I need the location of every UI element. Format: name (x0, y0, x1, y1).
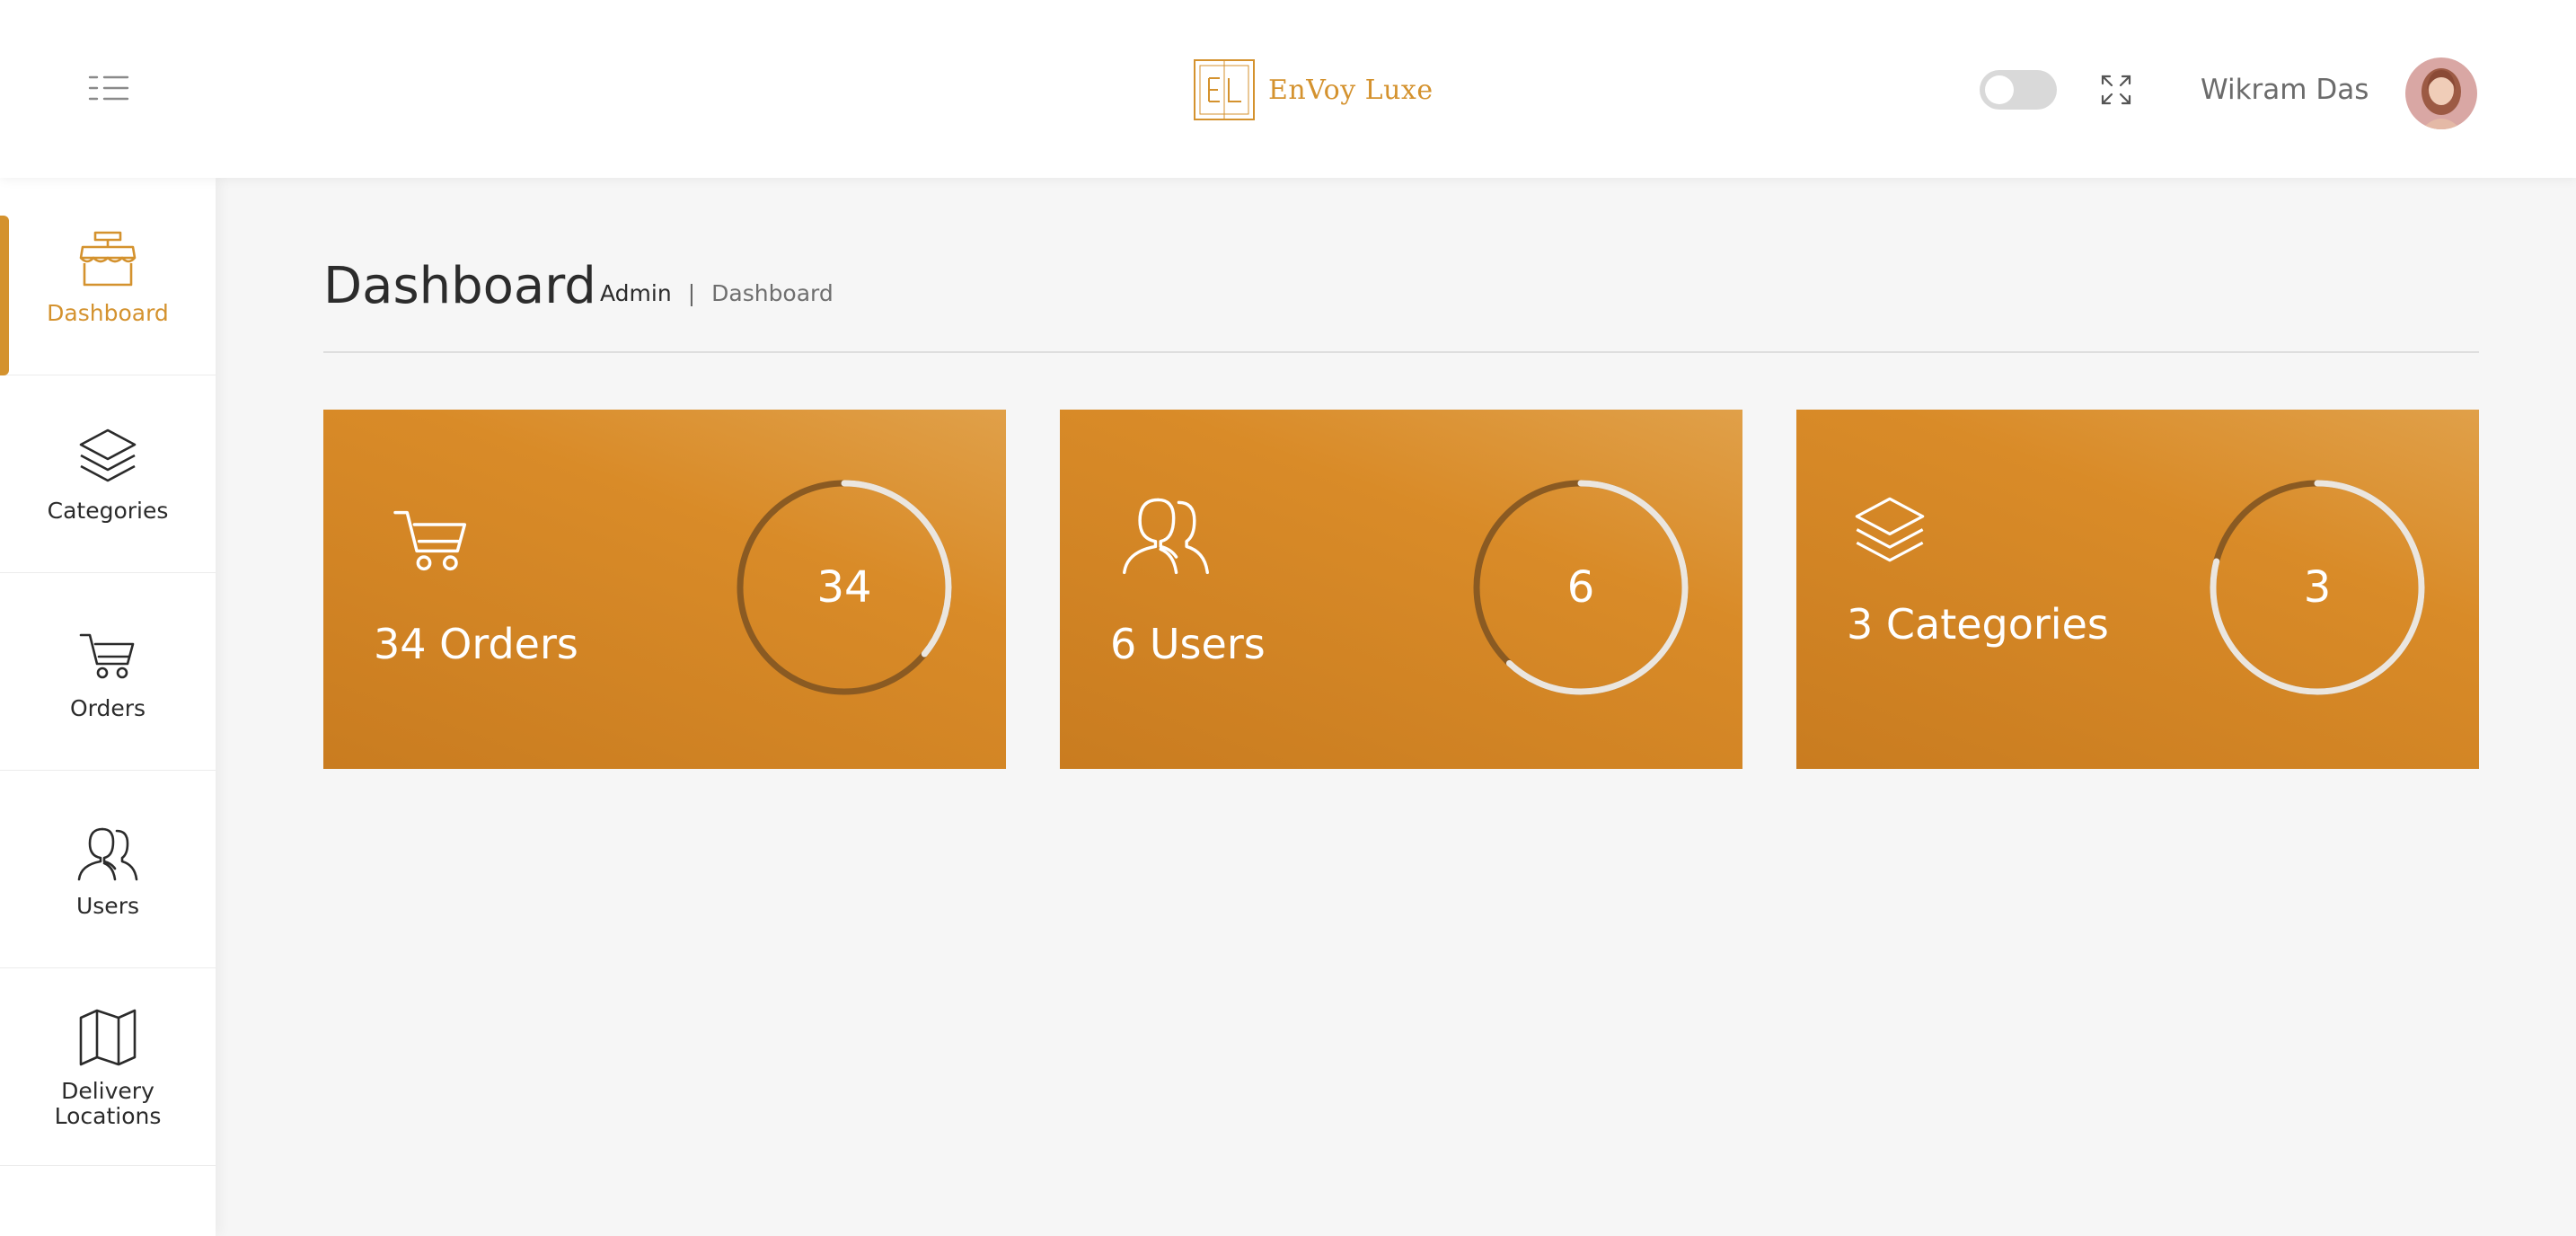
sidebar-item-users[interactable]: Users (0, 771, 216, 968)
brand-logo[interactable]: EnVoy Luxe (1193, 57, 1434, 122)
sidebar-item-categories[interactable]: Categories (0, 375, 216, 573)
menu-list-icon (88, 75, 129, 101)
users-ring-value: 6 (1566, 562, 1595, 613)
users-count-label: 6 Users (1110, 620, 1266, 668)
user-name[interactable]: Wikram Das (2201, 70, 2369, 110)
sidebar-item-label: Delivery Locations (54, 1077, 162, 1129)
map-icon (79, 1009, 137, 1065)
avatar-portrait-icon (2405, 57, 2477, 129)
orders-count-label: 34 Orders (374, 620, 578, 668)
categories-count-label: 3 Categories (1847, 600, 2109, 649)
orders-stat-card[interactable]: 34 Orders 34 (323, 410, 1006, 769)
top-header: EnVoy Luxe Wikram Das (0, 0, 2576, 178)
sidebar-item-orders[interactable]: Orders (0, 573, 216, 771)
users-icon (77, 827, 138, 880)
layers-icon (79, 428, 137, 481)
page-title: Dashboard (323, 257, 596, 315)
sidebar-item-dashboard[interactable]: Dashboard (0, 178, 216, 375)
sidebar-item-label: Dashboard (47, 299, 169, 326)
breadcrumb-root-link[interactable]: Admin (600, 280, 672, 306)
categories-stat-card[interactable]: 3 Categories 3 (1796, 410, 2479, 769)
sidebar-nav: Dashboard Categories Orders Users Delive… (0, 178, 216, 1236)
sidebar-item-delivery-locations[interactable]: Delivery Locations (0, 968, 216, 1166)
menu-toggle-button[interactable] (86, 70, 133, 106)
sidebar-item-label: Orders (69, 694, 146, 721)
users-icon (1123, 498, 1209, 575)
layers-icon (1855, 497, 1925, 562)
orders-ring-value: 34 (816, 562, 872, 613)
categories-ring-value: 3 (2303, 562, 2332, 613)
store-icon (79, 231, 137, 286)
user-avatar[interactable] (2405, 57, 2477, 129)
theme-toggle[interactable] (1980, 70, 2057, 110)
logo-monogram-icon (1194, 59, 1255, 120)
breadcrumb-current: Dashboard (711, 280, 834, 306)
breadcrumb-separator: | (687, 280, 696, 306)
fullscreen-button[interactable] (2100, 74, 2132, 106)
toggle-knob (1985, 75, 2014, 104)
active-indicator (0, 216, 9, 375)
breadcrumb: Admin | Dashboard (600, 280, 834, 306)
expand-icon (2101, 75, 2131, 105)
users-stat-card[interactable]: 6 Users 6 (1060, 410, 1742, 769)
sidebar-item-label: Users (75, 892, 139, 919)
cart-icon (393, 510, 467, 571)
title-divider (323, 351, 2479, 353)
logo-text: EnVoy Luxe (1268, 74, 1434, 106)
sidebar-item-label: Categories (47, 497, 169, 524)
cart-icon (79, 633, 135, 678)
